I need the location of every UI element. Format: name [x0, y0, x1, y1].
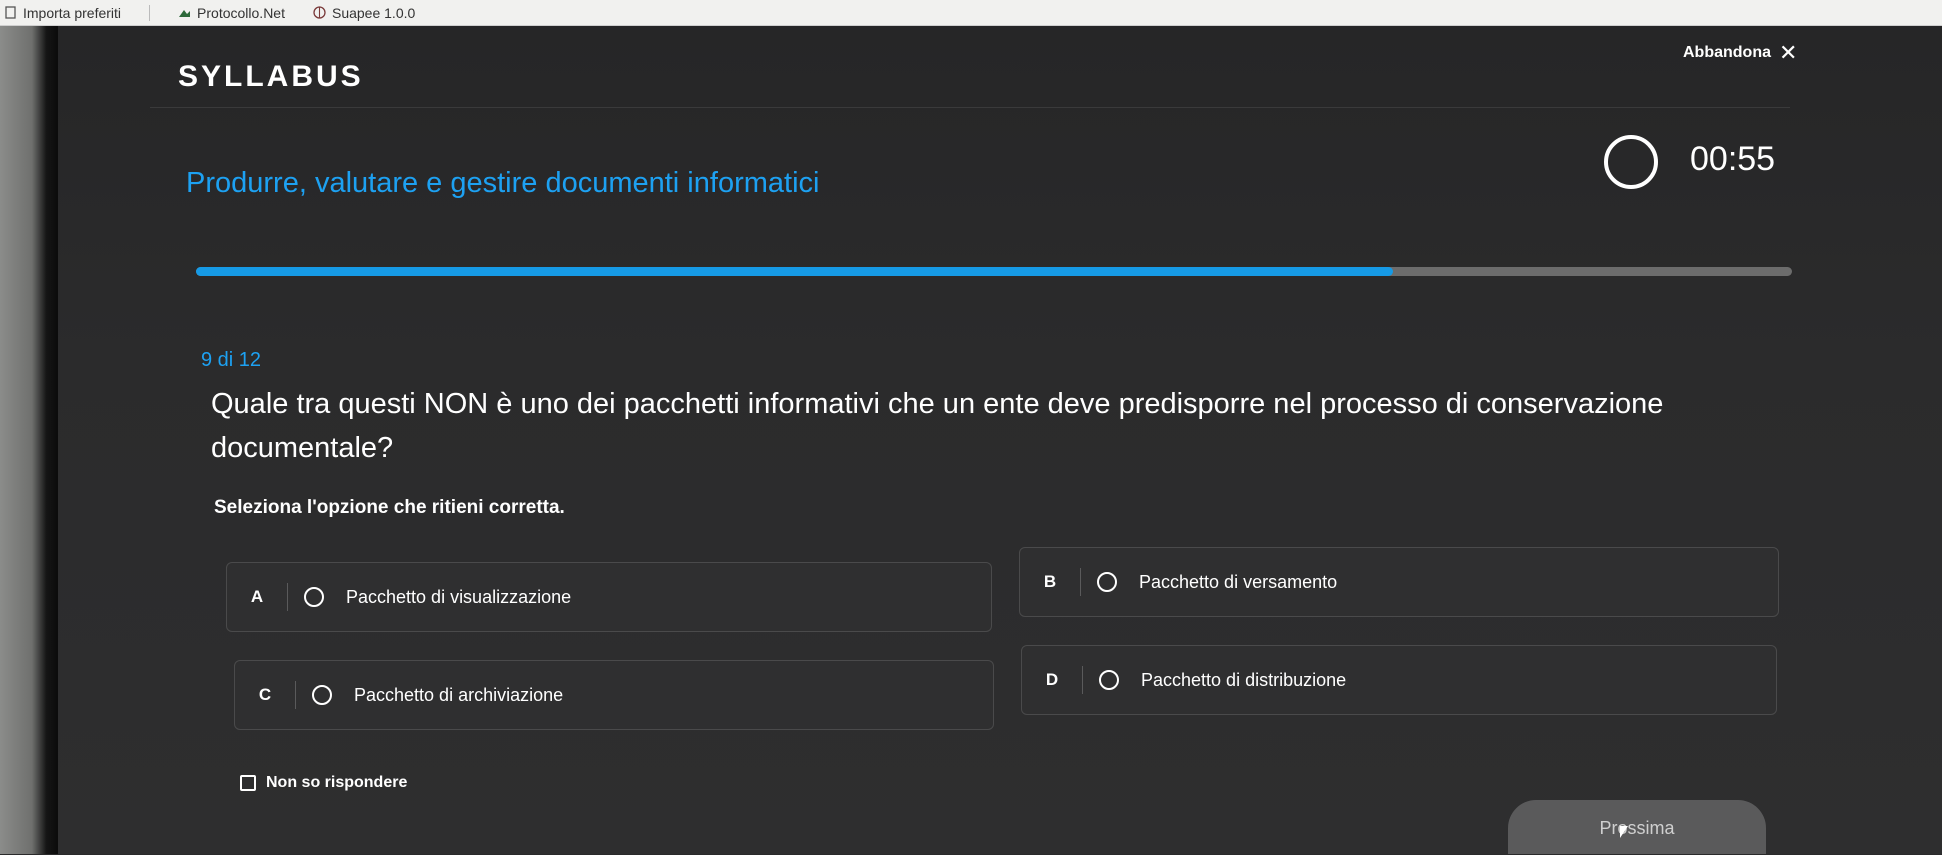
globe-icon — [313, 6, 326, 19]
header-divider — [150, 107, 1790, 108]
option-divider — [1082, 666, 1083, 694]
bookmark-import[interactable]: Importa preferiti — [4, 5, 121, 21]
option-letter: C — [258, 685, 272, 704]
checkbox-icon[interactable] — [240, 775, 256, 791]
quit-button[interactable]: Abbandona ✕ — [1683, 40, 1798, 65]
next-button[interactable]: Prossima — [1508, 800, 1766, 854]
radio-icon[interactable] — [1099, 670, 1119, 690]
site-icon — [178, 6, 191, 19]
bookmarks-divider — [149, 4, 151, 21]
bookmark-suapee[interactable]: Suapee 1.0.0 — [313, 5, 415, 21]
radio-icon[interactable] — [304, 587, 324, 607]
option-letter: D — [1045, 670, 1059, 689]
option-divider — [287, 583, 288, 611]
bookmark-label: Suapee 1.0.0 — [331, 4, 416, 21]
question-text: Quale tra questi NON è uno dei pacchetti… — [211, 388, 1664, 464]
option-c[interactable]: C Pacchetto di archiviazione — [234, 660, 994, 730]
option-letter: A — [250, 587, 264, 606]
close-icon: ✕ — [1779, 40, 1798, 65]
progress-bar — [196, 267, 1792, 276]
bookmark-protocollo[interactable]: Protocollo.Net — [178, 5, 285, 21]
monitor-bezel — [0, 26, 58, 854]
quit-label: Abbandona — [1683, 44, 1771, 61]
option-divider — [1080, 568, 1081, 596]
question-counter: 9 di 12 — [201, 349, 262, 371]
option-label: Pacchetto di archiviazione — [354, 684, 564, 705]
option-divider — [295, 681, 296, 709]
option-label: Pacchetto di visualizzazione — [346, 586, 572, 607]
no-answer-option[interactable]: Non so rispondere — [240, 774, 407, 792]
bookmarks-bar: Importa preferiti Protocollo.Net Suapee … — [0, 0, 1942, 26]
radio-icon[interactable] — [312, 685, 332, 705]
option-label: Pacchetto di versamento — [1139, 571, 1338, 592]
bookmark-label: Importa preferiti — [23, 4, 122, 21]
option-letter: B — [1043, 572, 1057, 591]
option-a[interactable]: A Pacchetto di visualizzazione — [226, 562, 992, 632]
course-title: Produrre, valutare e gestire documenti i… — [186, 167, 820, 199]
option-d[interactable]: D Pacchetto di distribuzione — [1021, 645, 1777, 715]
option-label: Pacchetto di distribuzione — [1141, 669, 1347, 690]
radio-icon[interactable] — [1097, 572, 1117, 592]
no-answer-label: Non so rispondere — [266, 774, 408, 791]
progress-fill — [196, 267, 1393, 276]
cursor-icon — [1620, 826, 1628, 838]
option-b[interactable]: B Pacchetto di versamento — [1019, 547, 1779, 617]
timer-value: 00:55 — [1690, 140, 1776, 178]
question-instruction: Seleziona l'opzione che ritieni corretta… — [214, 497, 565, 518]
bookmark-icon — [4, 6, 17, 19]
app-logo: SYLLABUS — [178, 60, 364, 93]
timer-ring-icon — [1604, 135, 1658, 189]
bookmark-label: Protocollo.Net — [197, 4, 285, 21]
